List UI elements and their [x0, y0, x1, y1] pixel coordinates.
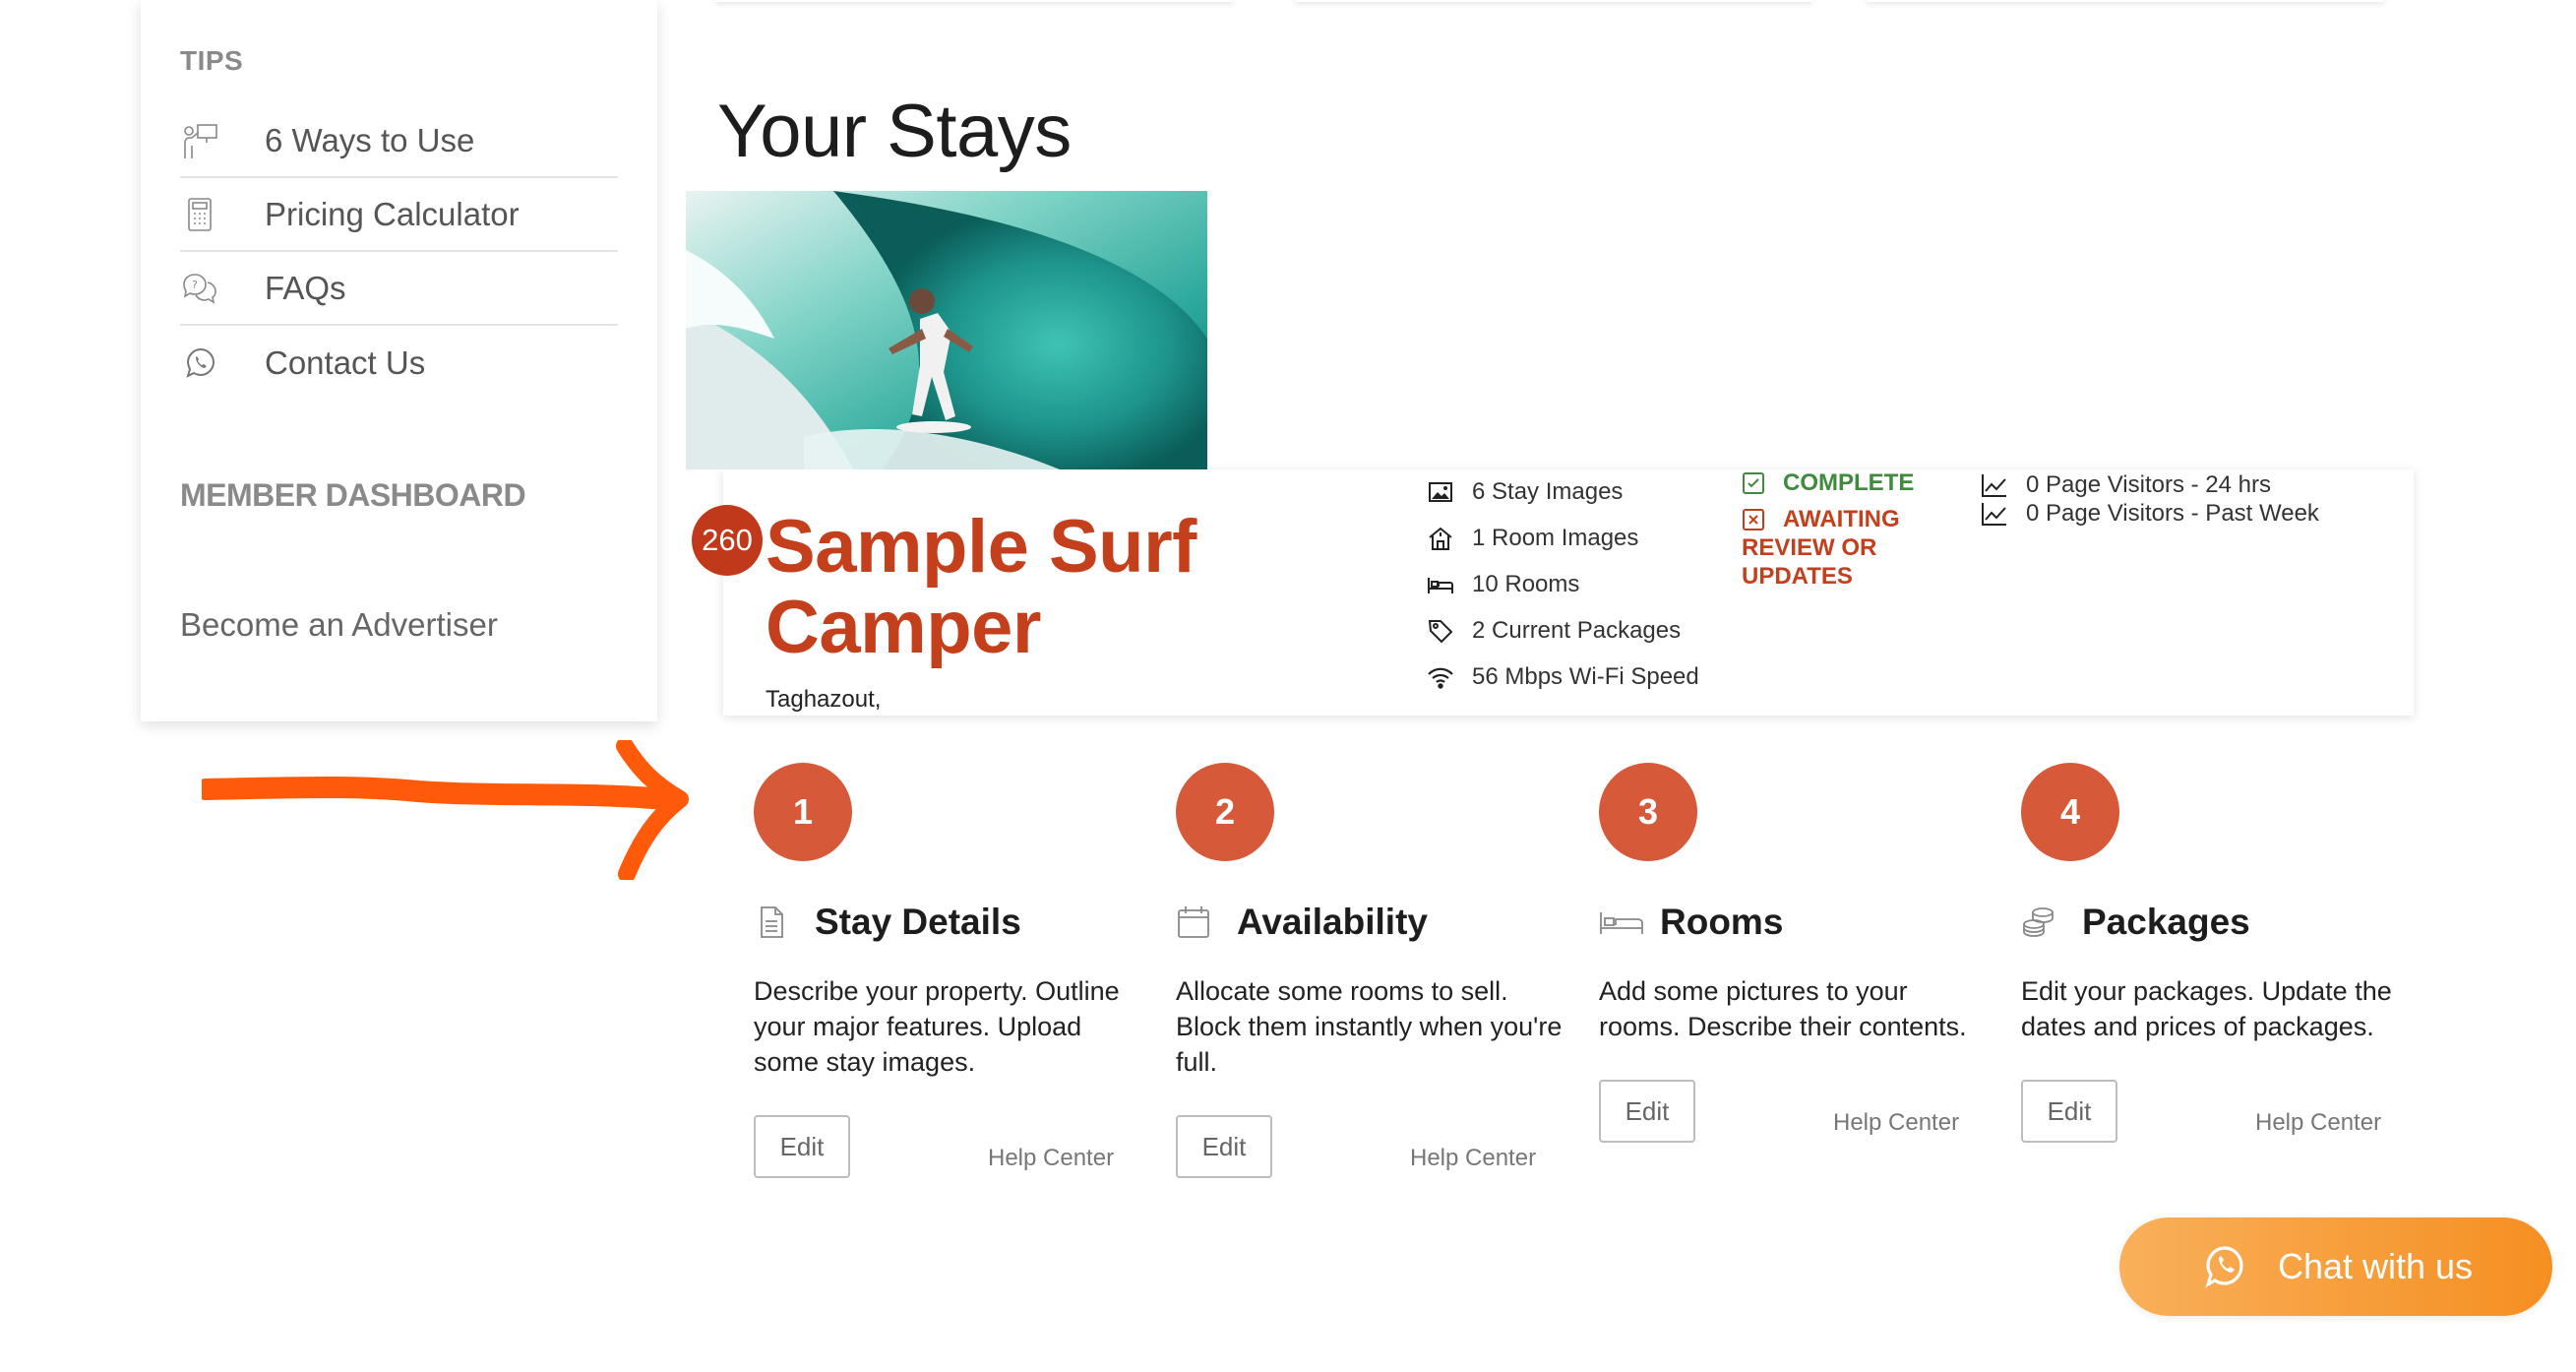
- step-title-row: Rooms: [1599, 901, 2012, 944]
- bed-icon: [1428, 577, 1453, 593]
- edit-button[interactable]: Edit: [1176, 1115, 1272, 1178]
- status-awaiting: AWAITING REVIEW OR UPDATES: [1742, 505, 1938, 591]
- sidebar: TIPS 6 Ways to Use Pricing Calculator ? …: [141, 0, 657, 721]
- step-actions: Edit Help Center: [2021, 1080, 2434, 1143]
- stat-wifi: 56 Mbps Wi-Fi Speed: [1427, 654, 1699, 700]
- chat-with-us-button[interactable]: Chat with us: [2119, 1217, 2552, 1316]
- edit-button[interactable]: Edit: [754, 1115, 850, 1178]
- page-visitors: 0 Page Visitors - 24 hrs 0 Page Visitors…: [1981, 470, 2319, 528]
- stat-label: 56 Mbps Wi-Fi Speed: [1472, 662, 1699, 690]
- whatsapp-icon: [180, 342, 223, 385]
- step-actions: Edit Help Center: [1599, 1080, 2012, 1143]
- status-complete-label: COMPLETE: [1783, 469, 1915, 496]
- stay-name[interactable]: Sample Surf Camper: [766, 507, 1277, 668]
- visitors-label: 0 Page Visitors - 24 hrs: [2026, 470, 2272, 498]
- visitors-label: 0 Page Visitors - Past Week: [2026, 499, 2319, 527]
- chart-line-icon: [1982, 502, 2006, 526]
- document-icon: [761, 906, 783, 938]
- arrow-annotation: [202, 740, 689, 880]
- chat-label: Chat with us: [2277, 1246, 2474, 1286]
- status-awaiting-label: AWAITING REVIEW OR UPDATES: [1742, 506, 1900, 590]
- checkbox-checked-icon: [1743, 472, 1764, 494]
- step-number: 1: [754, 763, 852, 861]
- step-description: Edit your packages. Update the dates and…: [2021, 976, 2392, 1041]
- sidebar-item-label: Pricing Calculator: [265, 195, 520, 232]
- tips-list: 6 Ways to Use Pricing Calculator ? FAQs: [180, 104, 618, 400]
- stat-stay-images: 6 Stay Images: [1427, 468, 1699, 515]
- stat-room-images: 1 Room Images: [1427, 515, 1699, 561]
- stay-photo[interactable]: [686, 191, 1207, 469]
- step-title-row: Packages: [2021, 901, 2434, 944]
- step-title: Rooms: [1660, 902, 1784, 942]
- sidebar-item-label: FAQs: [265, 269, 346, 306]
- help-center-link[interactable]: Help Center: [2255, 1109, 2381, 1137]
- svg-text:?: ?: [192, 279, 198, 291]
- stat-label: 1 Room Images: [1472, 524, 1639, 551]
- step-actions: Edit Help Center: [1176, 1115, 1589, 1178]
- member-dashboard-heading: MEMBER DASHBOARD: [180, 477, 526, 513]
- sidebar-item-contact-us[interactable]: Contact Us: [180, 326, 618, 400]
- step-stay-details: 1 Stay Details Describe your property. O…: [754, 763, 1167, 1178]
- step-number: 2: [1176, 763, 1274, 861]
- tips-heading: TIPS: [180, 45, 244, 76]
- sidebar-item-6-ways[interactable]: 6 Ways to Use: [180, 104, 618, 178]
- step-title: Packages: [2082, 902, 2250, 942]
- status-complete: COMPLETE: [1742, 468, 1938, 497]
- help-center-link[interactable]: Help Center: [1833, 1109, 1959, 1137]
- stat-label: 6 Stay Images: [1472, 477, 1624, 505]
- stat-packages: 2 Current Packages: [1427, 607, 1699, 654]
- sidebar-item-label: Contact Us: [265, 343, 426, 381]
- presenter-icon: [180, 119, 223, 162]
- chart-line-icon: [1982, 473, 2006, 497]
- card-edge-3: [1867, 0, 2384, 2]
- step-description: Add some pictures to your rooms. Describ…: [1599, 976, 1967, 1041]
- step-availability: 2 Availability Allocate some rooms to se…: [1176, 763, 1589, 1178]
- chat-bubbles-icon: ?: [180, 267, 223, 310]
- step-title: Stay Details: [815, 902, 1021, 942]
- whatsapp-icon: [2205, 1246, 2243, 1288]
- calendar-icon: [1178, 906, 1209, 938]
- step-title-row: Stay Details: [754, 901, 1167, 944]
- step-description: Allocate some rooms to sell. Block them …: [1176, 976, 1563, 1077]
- step-number: 4: [2021, 763, 2119, 861]
- step-rooms: 3 Rooms Add some pictures to your rooms.…: [1599, 763, 2012, 1143]
- visitors-24h: 0 Page Visitors - 24 hrs: [1981, 470, 2319, 499]
- step-description: Describe your property. Outline your maj…: [754, 976, 1120, 1077]
- house-icon: [1429, 527, 1452, 550]
- stay-stats: 6 Stay Images 1 Room Images 10 Rooms 2 C…: [1427, 468, 1699, 700]
- become-advertiser-link[interactable]: Become an Advertiser: [180, 606, 498, 644]
- help-center-link[interactable]: Help Center: [1410, 1145, 1536, 1172]
- step-title-row: Availability: [1176, 901, 1589, 944]
- stat-label: 2 Current Packages: [1472, 616, 1682, 644]
- step-packages: 4 Packages Edit your packages. Update th…: [2021, 763, 2434, 1143]
- sidebar-item-label: 6 Ways to Use: [265, 121, 475, 158]
- edit-button[interactable]: Edit: [1599, 1080, 1695, 1143]
- card-edge-2: [1295, 0, 1812, 2]
- stat-label: 10 Rooms: [1472, 570, 1580, 597]
- calculator-icon: [180, 193, 223, 236]
- page-title: Your Stays: [717, 90, 1072, 173]
- sidebar-item-pricing-calculator[interactable]: Pricing Calculator: [180, 178, 618, 252]
- stay-id-badge: 260: [692, 505, 763, 576]
- help-center-link[interactable]: Help Center: [988, 1145, 1114, 1172]
- edit-button[interactable]: Edit: [2021, 1080, 2117, 1143]
- sidebar-item-faqs[interactable]: ? FAQs: [180, 252, 618, 326]
- card-edge-1: [715, 0, 1233, 2]
- step-actions: Edit Help Center: [754, 1115, 1167, 1178]
- wifi-icon: [1428, 667, 1453, 689]
- step-title: Availability: [1237, 902, 1428, 942]
- image-icon: [1429, 481, 1452, 502]
- stay-status: COMPLETE AWAITING REVIEW OR UPDATES: [1742, 468, 1938, 591]
- coins-icon: [2023, 907, 2054, 937]
- visitors-week: 0 Page Visitors - Past Week: [1981, 499, 2319, 528]
- stay-location: Taghazout,: [766, 686, 882, 713]
- stat-rooms: 10 Rooms: [1427, 561, 1699, 607]
- bed-icon: [1600, 912, 1643, 934]
- step-number: 3: [1599, 763, 1697, 861]
- tag-icon: [1428, 619, 1453, 643]
